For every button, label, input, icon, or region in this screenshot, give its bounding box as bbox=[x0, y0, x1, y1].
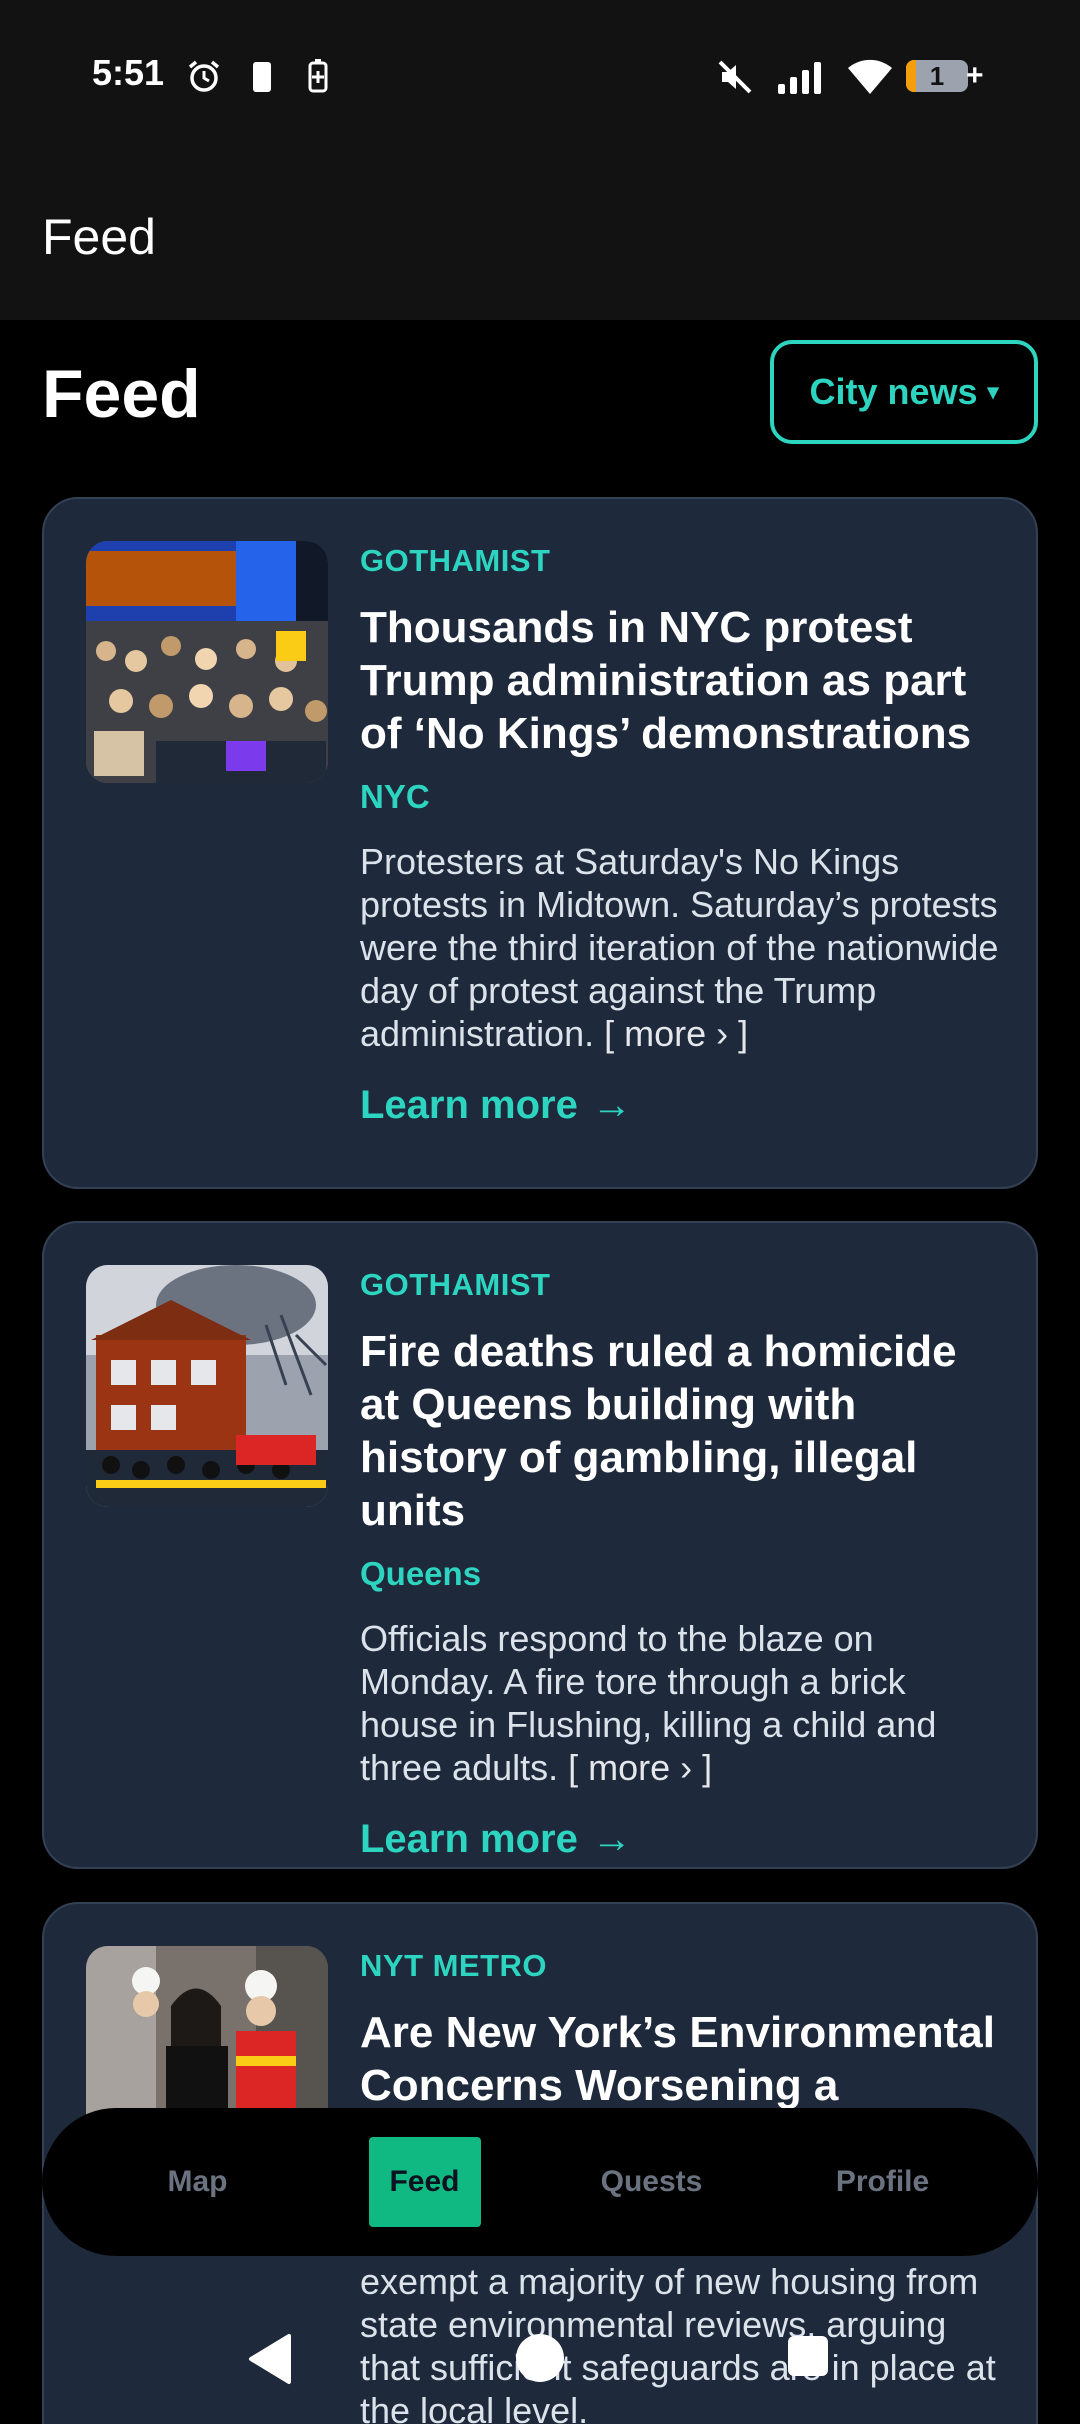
news-thumbnail-protest[interactable] bbox=[86, 541, 328, 783]
nav-quests[interactable]: Quests bbox=[592, 2137, 712, 2227]
source-label: GOTHAMIST bbox=[360, 1267, 551, 1302]
wifi-icon bbox=[848, 59, 892, 94]
news-thumbnail-fire[interactable] bbox=[86, 1265, 328, 1507]
arrow-right-icon: → bbox=[591, 1083, 632, 1127]
mute-icon bbox=[718, 60, 752, 94]
learn-more-label: Learn more bbox=[360, 1083, 578, 1127]
home-icon[interactable] bbox=[514, 2332, 566, 2384]
bottom-nav: Map Feed Quests Profile bbox=[42, 2108, 1038, 2256]
summary-text: Officials respond to the blaze on Monday… bbox=[360, 1617, 1000, 1789]
card-body: GOTHAMIST Thousands in NYC protest Trump… bbox=[360, 543, 1000, 1128]
learn-more-link[interactable]: Learn more → bbox=[360, 1817, 632, 1862]
summary-text: Protesters at Saturday's No Kings protes… bbox=[360, 840, 1000, 1055]
nav-profile[interactable]: Profile bbox=[823, 2137, 943, 2227]
alarm-icon bbox=[188, 60, 220, 92]
status-bar: 5:51 1 + bbox=[0, 0, 1080, 150]
system-nav-bar bbox=[0, 2310, 1080, 2410]
news-card[interactable]: GOTHAMIST Thousands in NYC protest Trump… bbox=[42, 497, 1038, 1189]
app-bar: Feed bbox=[0, 150, 1080, 320]
status-time: 5:51 bbox=[92, 52, 165, 93]
headline[interactable]: Fire deaths ruled a homicide at Queens b… bbox=[360, 1325, 1000, 1537]
nav-map[interactable]: Map bbox=[138, 2137, 258, 2227]
more-link[interactable]: [ more › ] bbox=[604, 1013, 748, 1054]
learn-more-label: Learn more bbox=[360, 1817, 578, 1861]
filter-label: City news bbox=[809, 371, 978, 412]
battery-level: 1 bbox=[929, 61, 945, 91]
signal-icon bbox=[778, 62, 821, 94]
app-bar-title: Feed bbox=[42, 209, 156, 265]
news-card[interactable]: GOTHAMIST Fire deaths ruled a homicide a… bbox=[42, 1221, 1038, 1869]
back-icon[interactable] bbox=[245, 2332, 295, 2386]
source-label: GOTHAMIST bbox=[360, 543, 551, 578]
city-news-filter-button[interactable]: City news ▾ bbox=[770, 340, 1038, 444]
nav-feed[interactable]: Feed bbox=[368, 2137, 481, 2227]
card-body: GOTHAMIST Fire deaths ruled a homicide a… bbox=[360, 1267, 1000, 1862]
arrow-right-icon: → bbox=[591, 1817, 632, 1861]
headline[interactable]: Thousands in NYC protest Trump administr… bbox=[360, 601, 1000, 760]
more-link[interactable]: [ more › ] bbox=[568, 1747, 712, 1788]
page-title: Feed bbox=[42, 356, 201, 432]
battery-saver-icon bbox=[308, 59, 328, 93]
recents-icon[interactable] bbox=[786, 2334, 830, 2378]
battery-icon: 1 + bbox=[906, 60, 984, 92]
location-tag: NYC bbox=[360, 778, 430, 815]
chevron-down-icon: ▾ bbox=[987, 379, 999, 404]
source-label: NYT METRO bbox=[360, 1948, 548, 1983]
learn-more-link[interactable]: Learn more → bbox=[360, 1083, 632, 1128]
location-tag: Queens bbox=[360, 1555, 482, 1592]
battery-low-icon bbox=[253, 62, 271, 92]
